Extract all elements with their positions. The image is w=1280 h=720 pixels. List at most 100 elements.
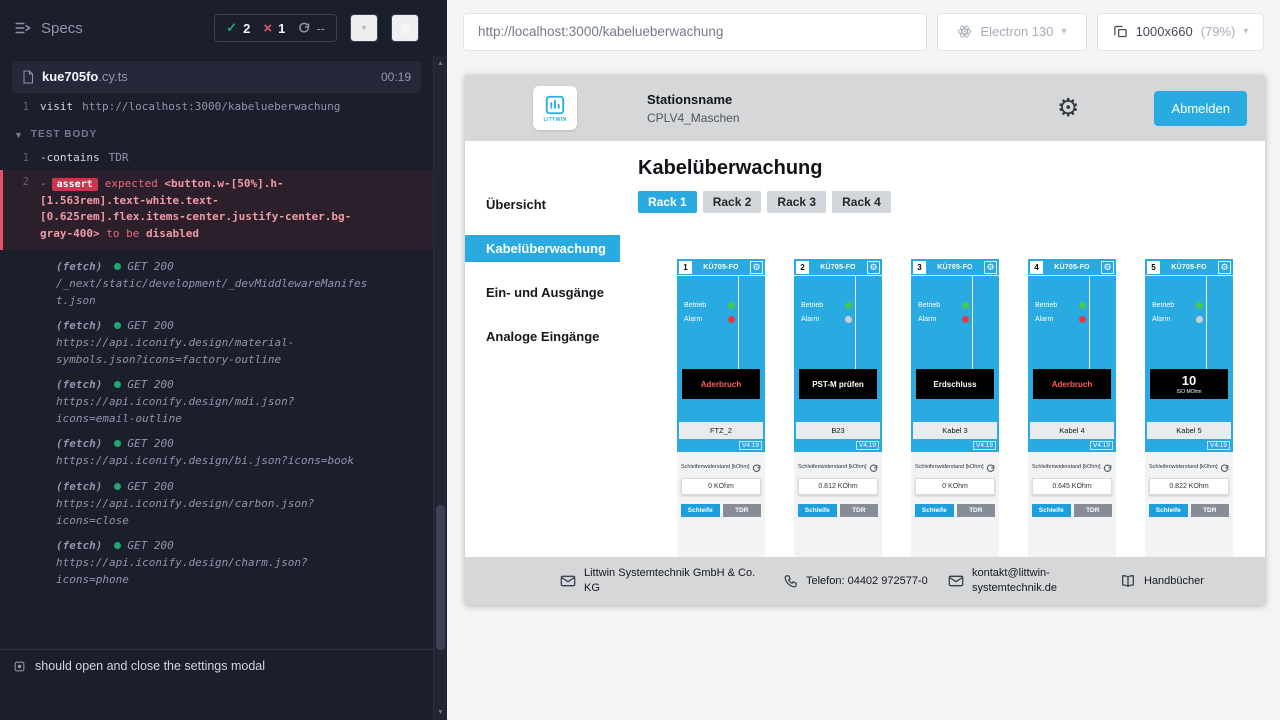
status-text: PST-M prüfen [812,380,864,389]
footer-company: Littwin Systemtechnik GmbH & Co. KG [560,566,769,596]
footer-manuals[interactable]: Handbücher [1120,573,1204,589]
fetch-log-entry[interactable]: (fetch)GET 200 https://api.iconify.desig… [0,427,433,469]
book-icon [1120,573,1136,589]
log-visit[interactable]: 1 visit http://localhost:3000/kabelueber… [0,96,433,117]
tdr-button[interactable]: TDR [1074,504,1113,517]
littwin-logo: LITTWIN [533,86,577,130]
cypress-reporter: Specs ✓2 ×1 -- ▾ kue705fo.cy.ts 00:19 1 [0,0,447,720]
refresh-icon[interactable] [986,464,995,473]
card-model: KÜ705-FO [809,264,867,271]
tdr-button[interactable]: TDR [840,504,879,517]
status-text: Erdschluss [933,380,976,389]
viewport-control[interactable]: 1000x660 (79%) ▾ [1097,13,1264,51]
fetch-log-entry[interactable]: (fetch)GET 200 https://api.iconify.desig… [0,529,433,588]
card-gear-icon[interactable]: ⚙ [984,261,997,274]
url-input[interactable] [463,13,927,51]
refresh-icon[interactable] [869,464,878,473]
browser-select[interactable]: Electron 130 ▾ [937,13,1087,51]
chevron-down-icon: ▾ [361,23,366,34]
tab-rack-2[interactable]: Rack 2 [703,191,762,213]
card-model: KÜ705-FO [1043,264,1101,271]
sidebar-item-ein-und-ausgaenge[interactable]: Ein- und Ausgänge [465,279,620,306]
tdr-button[interactable]: TDR [723,504,762,517]
betrieb-dot [962,302,969,309]
footer-phone[interactable]: Telefon: 04402 972577-0 [783,574,934,589]
sidebar-item-uebersicht[interactable]: Übersicht [465,191,620,218]
schleife-button[interactable]: Schleife [1149,504,1188,517]
alarm-label: Alarm [801,316,845,323]
test-body-section[interactable]: ▼ TEST BODY [0,117,433,147]
specs-menu-icon[interactable] [14,19,32,37]
settings-gear-icon[interactable]: ⚙ [1057,96,1079,121]
sidebar-item-kabelueberwachung[interactable]: Kabelüberwachung [465,235,620,262]
success-dot-icon [114,483,121,490]
device-card: 3KÜ705-FO⚙ Betrieb Alarm Erdschluss Kabe… [911,259,999,557]
next-test-row[interactable]: should open and close the settings modal [0,649,433,682]
card-model: KÜ705-FO [926,264,984,271]
tab-rack-4[interactable]: Rack 4 [832,191,891,213]
betrieb-label: Betrieb [684,302,728,309]
card-gear-icon[interactable]: ⚙ [750,261,763,274]
fetch-url: https://api.iconify.design/charm.json?ic… [56,554,368,588]
visit-url: http://localhost:3000/kabelueberwachung [82,100,340,113]
fetch-log-entry[interactable]: (fetch)GET 200 https://api.iconify.desig… [0,470,433,529]
schleife-button[interactable]: Schleife [798,504,837,517]
stop-button[interactable] [391,14,419,42]
reporter-scrollbar[interactable]: ▲ ▼ [433,56,447,720]
tab-rack-1[interactable]: Rack 1 [638,191,697,213]
chevron-down-icon: ▾ [1243,26,1248,37]
chevron-down-icon: ▾ [1061,26,1066,37]
card-gear-icon[interactable]: ⚙ [1218,261,1231,274]
log-contains[interactable]: 1 -contains TDR [0,147,433,168]
fetch-log-entry[interactable]: (fetch)GET 200 https://api.iconify.desig… [0,309,433,368]
logout-button[interactable]: Abmelden [1154,91,1247,126]
fetch-log-entry[interactable]: (fetch)GET 200 /_next/static/development… [0,250,433,309]
card-gear-icon[interactable]: ⚙ [1101,261,1114,274]
alarm-label: Alarm [1035,316,1079,323]
scroll-up-icon[interactable]: ▲ [434,56,447,71]
schleife-button[interactable]: Schleife [915,504,954,517]
specs-label[interactable]: Specs [41,20,83,37]
stat-passed: ✓2 [226,20,250,36]
footer-email[interactable]: kontakt@littwin-systemtechnik.de [948,566,1074,596]
refresh-icon[interactable] [752,464,761,473]
scroll-down-icon[interactable]: ▼ [434,705,447,720]
app-frame: LITTWIN Stationsname CPLV4_Maschen ⚙ Abm… [465,75,1265,605]
alarm-label: Alarm [918,316,962,323]
spec-file-bar[interactable]: kue705fo.cy.ts 00:19 [12,61,421,93]
viewport-size: 1000x660 [1136,24,1193,39]
reporter-header: Specs ✓2 ×1 -- ▾ [0,0,433,56]
firmware-version: V4.19 [739,441,762,450]
betrieb-dot [845,302,852,309]
sidebar-item-analoge-eingaenge[interactable]: Analoge Eingänge [465,323,620,350]
tdr-button[interactable]: TDR [1191,504,1230,517]
command-log: 1 visit http://localhost:3000/kabelueber… [0,96,433,649]
alarm-dot [845,316,852,323]
failed-assert[interactable]: 2 -assertexpected <button.w-[50%].h-[1.5… [0,170,433,250]
tdr-button[interactable]: TDR [957,504,996,517]
betrieb-label: Betrieb [801,302,845,309]
schleife-button[interactable]: Schleife [1032,504,1071,517]
alarm-dot [1079,316,1086,323]
app-header: LITTWIN Stationsname CPLV4_Maschen ⚙ Abm… [465,75,1265,141]
scrollbar-thumb[interactable] [436,505,445,650]
stop-icon [401,24,410,33]
status-display: Erdschluss [916,369,994,399]
app-content: Kabelüberwachung Rack 1 Rack 2 Rack 3 Ra… [620,141,1265,557]
app-sidebar: Übersicht Kabelüberwachung Ein- und Ausg… [465,141,620,557]
refresh-icon[interactable] [1220,464,1229,473]
tab-rack-3[interactable]: Rack 3 [767,191,826,213]
status-text: Aderbruch [701,380,741,389]
schleife-button[interactable]: Schleife [681,504,720,517]
fetch-url: https://api.iconify.design/bi.json?icons… [56,452,368,469]
collapse-button[interactable]: ▾ [350,14,378,42]
refresh-icon[interactable] [1103,464,1112,473]
card-gear-icon[interactable]: ⚙ [867,261,880,274]
fetch-log-entry[interactable]: (fetch)GET 200 https://api.iconify.desig… [0,368,433,427]
card-number: 5 [1147,261,1160,274]
contact-icon [560,573,576,589]
next-test-title: should open and close the settings modal [35,659,265,673]
success-dot-icon [114,440,121,447]
stat-pending: -- [298,21,325,36]
electron-icon [957,24,972,39]
